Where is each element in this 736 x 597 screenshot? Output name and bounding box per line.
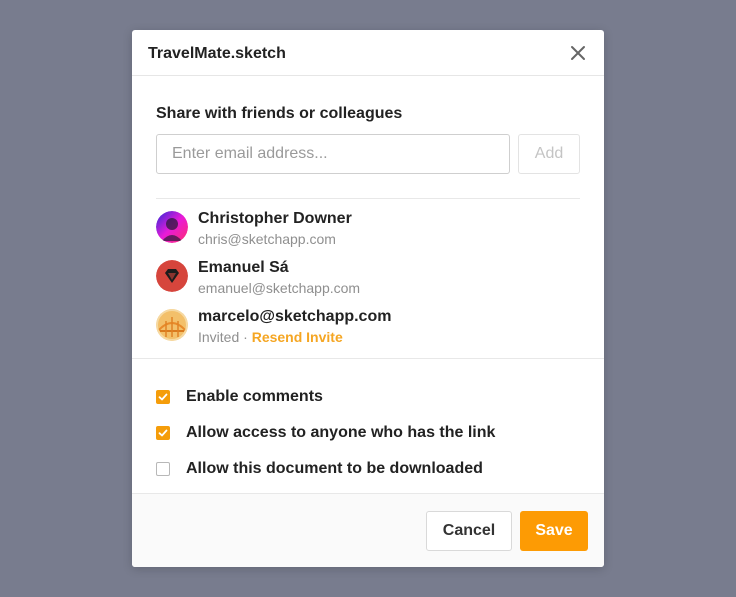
person-name: marcelo@sketchapp.com [198, 308, 392, 325]
divider [156, 198, 580, 199]
resend-invite-link[interactable]: Resend Invite [252, 329, 343, 345]
checkbox[interactable] [156, 426, 170, 440]
option-enable-comments[interactable]: Enable comments [156, 379, 495, 415]
avatar [156, 211, 188, 243]
cancel-button[interactable]: Cancel [426, 511, 512, 551]
permission-options: Enable comments Allow access to anyone w… [156, 379, 495, 487]
checkbox[interactable] [156, 462, 170, 476]
person-name: Christopher Downer [198, 210, 352, 227]
invite-status: Invited [198, 329, 240, 345]
checkmark-icon [158, 393, 168, 401]
option-allow-download[interactable]: Allow this document to be downloaded [156, 451, 495, 487]
avatar [156, 309, 188, 341]
checkbox[interactable] [156, 390, 170, 404]
person-email: emanuel@sketchapp.com [198, 280, 361, 296]
dialog-header: TravelMate.sketch [132, 30, 604, 76]
close-icon [571, 46, 585, 60]
list-item: marcelo@sketchapp.com Invited · Resend I… [156, 306, 580, 355]
checkmark-icon [158, 429, 168, 437]
person-email: chris@sketchapp.com [198, 231, 336, 247]
status-separator: · [239, 329, 252, 345]
people-list: Christopher Downer chris@sketchapp.com E… [156, 208, 580, 355]
add-button[interactable]: Add [518, 134, 580, 174]
person-name: Emanuel Sá [198, 259, 289, 276]
option-label: Enable comments [186, 388, 323, 405]
option-link-access[interactable]: Allow access to anyone who has the link [156, 415, 495, 451]
save-button[interactable]: Save [520, 511, 588, 551]
email-input[interactable] [156, 134, 510, 174]
share-heading: Share with friends or colleagues [156, 105, 403, 122]
close-button[interactable] [568, 43, 588, 63]
option-label: Allow this document to be downloaded [186, 460, 483, 477]
person-status: Invited · Resend Invite [198, 329, 343, 345]
option-label: Allow access to anyone who has the link [186, 424, 496, 441]
avatar [156, 260, 188, 292]
dialog-footer: Cancel Save [132, 494, 604, 567]
share-dialog: TravelMate.sketch Share with friends or … [132, 30, 604, 567]
dialog-title: TravelMate.sketch [148, 45, 286, 62]
list-item: Christopher Downer chris@sketchapp.com [156, 208, 580, 257]
list-item: Emanuel Sá emanuel@sketchapp.com [156, 257, 580, 306]
divider [132, 358, 604, 359]
